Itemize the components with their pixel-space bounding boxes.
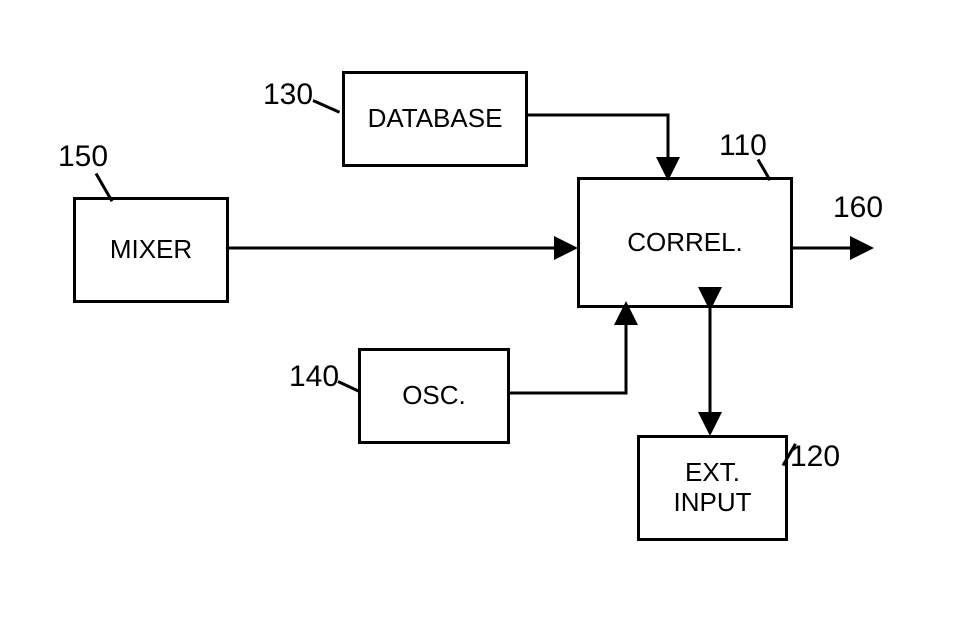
ref-osc: 140 bbox=[289, 360, 339, 394]
arrow-osc-to-correl bbox=[507, 305, 626, 393]
block-correl: CORREL. bbox=[577, 177, 793, 308]
block-database-label: DATABASE bbox=[368, 104, 503, 134]
block-correl-label: CORREL. bbox=[627, 228, 743, 258]
ref-mixer: 150 bbox=[58, 140, 108, 174]
ref-ext-input: 120 bbox=[790, 440, 840, 474]
lead-140 bbox=[337, 380, 359, 392]
lead-130 bbox=[312, 99, 340, 114]
block-database: DATABASE bbox=[342, 71, 528, 167]
block-osc-label: OSC. bbox=[402, 381, 466, 411]
arrow-database-to-correl bbox=[525, 115, 668, 177]
block-osc: OSC. bbox=[358, 348, 510, 444]
ref-output: 160 bbox=[833, 191, 883, 225]
block-ext-input: EXT. INPUT bbox=[637, 435, 788, 541]
ref-database: 130 bbox=[263, 78, 313, 112]
block-ext-input-label: EXT. INPUT bbox=[674, 458, 752, 518]
block-mixer-label: MIXER bbox=[110, 235, 192, 265]
ref-correl: 110 bbox=[719, 129, 767, 163]
block-mixer: MIXER bbox=[73, 197, 229, 303]
